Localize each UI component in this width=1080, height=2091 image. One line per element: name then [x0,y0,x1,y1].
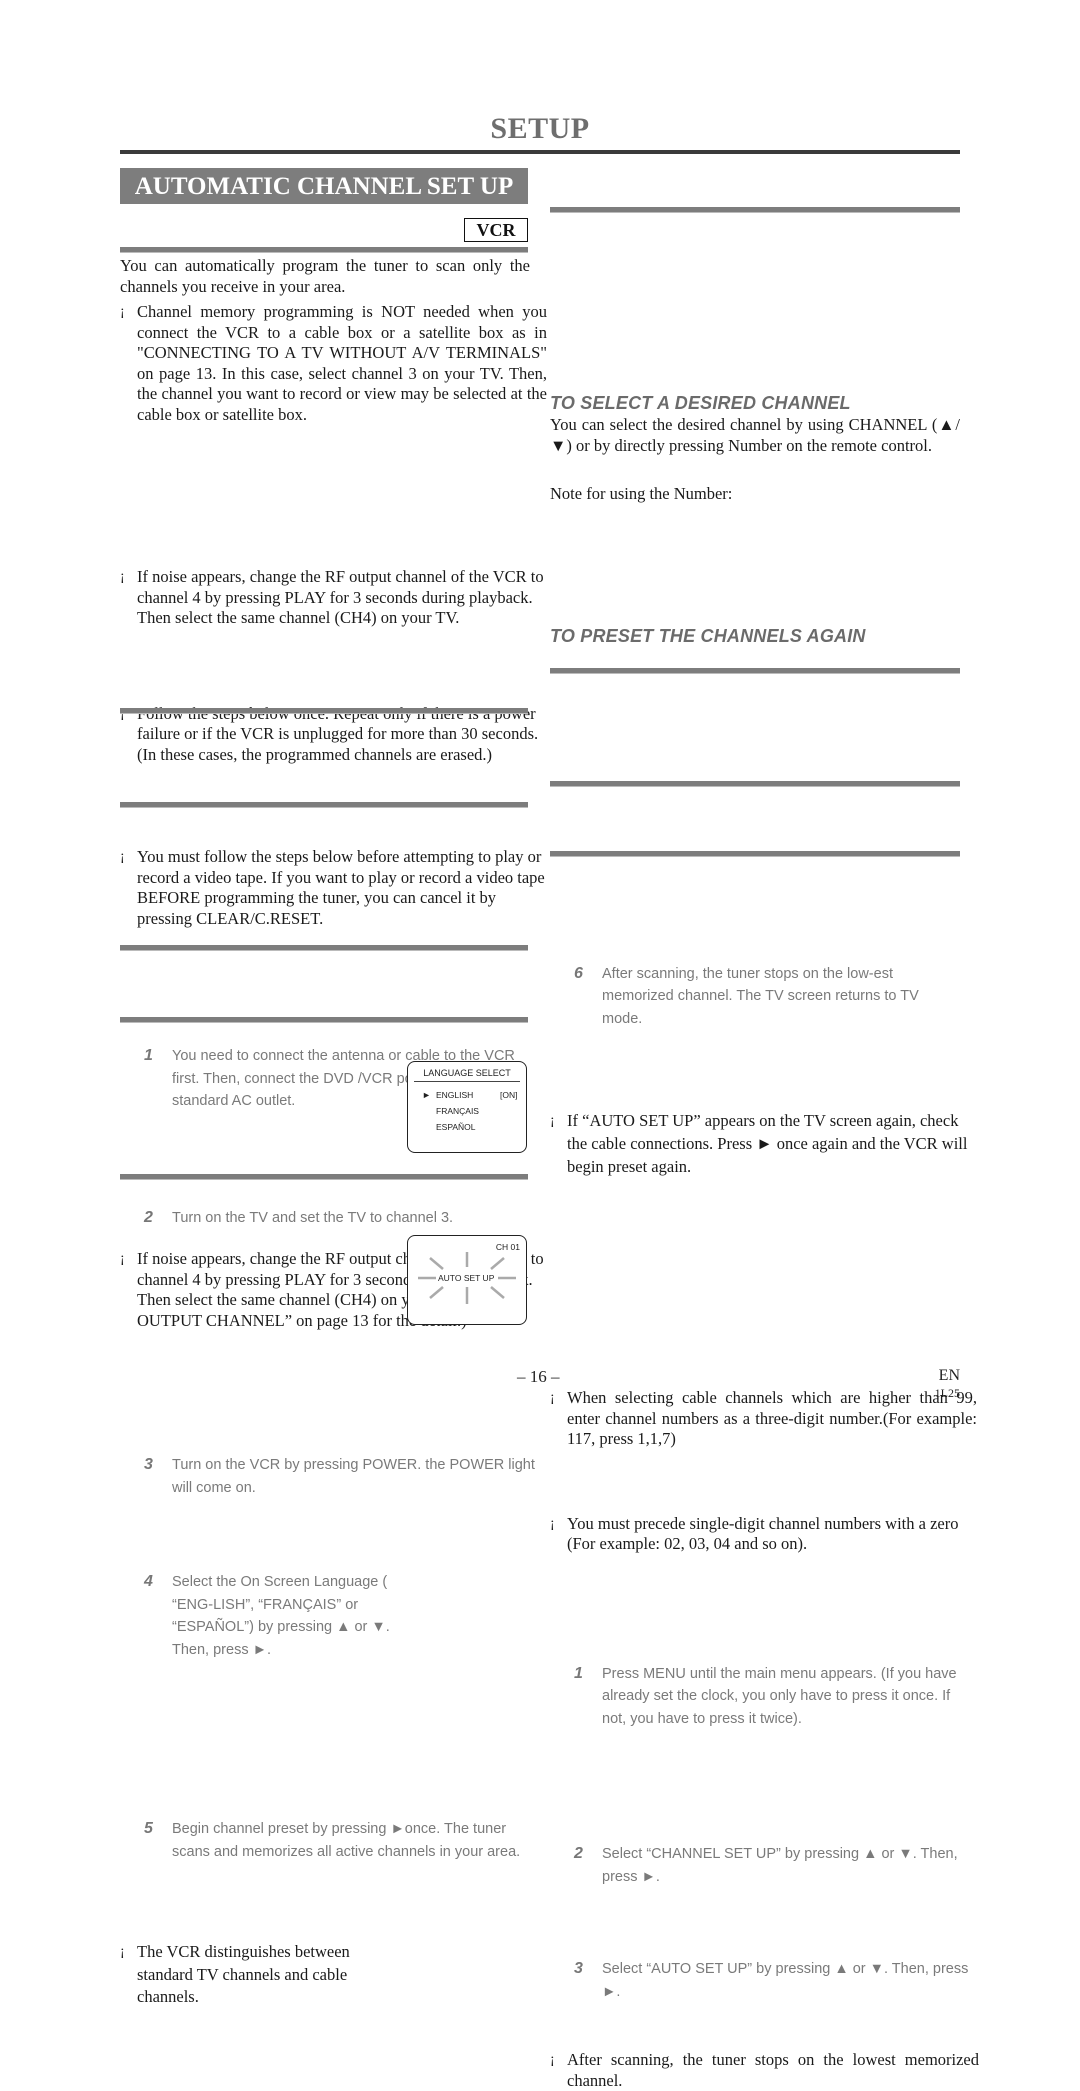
bullet-icon: ¡ [120,1944,125,1959]
screen-title: LANGUAGE SELECT [414,1062,520,1082]
section-title: AUTOMATIC CHANNEL SET UP [120,168,528,204]
bullet-icon: ¡ [550,1113,555,1128]
step-number: 3 [574,1960,583,1977]
step-5: 5 Begin channel preset by pressing ►once… [142,1818,542,1863]
page-title: SETUP [490,112,590,145]
bullet-text: After scanning, the tuner stops on the l… [567,2050,979,2090]
step-4: 4 Select the On Screen Language ( “ENG-L… [142,1571,412,1661]
preset-step-3: 3 Select “AUTO SET UP” by pressing ▲ or … [572,1958,987,2003]
bullet-icon: ¡ [550,1390,555,1405]
step-divider [550,781,960,787]
bullet-icon: ¡ [550,2052,555,2067]
preset-step-1: 1 Press MENU until the main menu appears… [572,1663,972,1731]
step-number: 6 [574,964,583,982]
bullet-text: You must precede single-digit channel nu… [567,1513,959,1554]
model-code: 1L25 [934,1386,960,1400]
step-text: Press MENU until the main menu appears. … [602,1665,957,1727]
step-6-note: ¡ If “AUTO SET UP” appears on the TV scr… [550,1109,979,1178]
step-divider [120,708,528,714]
title-divider [120,150,960,154]
step-divider [550,668,960,674]
language-code: EN [938,1367,960,1384]
step-text: After scanning, the tuner stops on the l… [602,965,919,1027]
step-6: 6 After scanning, the tuner stops on the… [572,963,962,1031]
preset-step-2: 2 Select “CHANNEL SET UP” by pressing ▲ … [572,1843,972,1888]
step-number: 4 [144,1573,153,1590]
step-text: Begin channel preset by pressing ►once. … [172,1821,521,1860]
bullet-item: ¡ You must precede single-digit channel … [550,1514,979,1555]
step-number: 1 [574,1664,583,1682]
select-channel-heading: TO SELECT A DESIRED CHANNEL [550,393,851,413]
bullet-icon: ¡ [550,1515,555,1531]
step-divider [550,851,960,857]
step-divider [120,802,528,808]
step-5-note: ¡ The VCR distinguishes between standard… [120,1941,407,2009]
intro-text: You can automatically program the tuner … [120,256,530,296]
final-note: ¡ After scanning, the tuner stops on the… [550,2050,979,2091]
bullet-icon: ¡ [120,304,125,319]
step-number: 5 [144,1820,153,1837]
auto-setup-screen: CH 01 AUTO SET UP [407,1235,527,1325]
note-label: Note for using the Number: [550,484,733,503]
step-number: 2 [144,1208,153,1226]
step-divider [120,945,528,951]
bullet-text: If “AUTO SET UP” appears on the TV scree… [567,1111,968,1176]
page-number: – 16 – [517,1367,560,1386]
device-badge: VCR [464,218,528,242]
bullet-text: The VCR distinguishes between standard T… [137,1942,350,2006]
bullet-item: ¡ If noise appears, change the RF output… [120,567,547,629]
step-2: 2 Turn on the TV and set the TV to chann… [142,1207,552,1230]
step-text: Turn on the TV and set the TV to channel… [172,1209,454,1226]
bullet-icon: ¡ [120,1251,125,1266]
cursor-icon: ► [422,1090,431,1100]
step-divider [120,1017,528,1023]
step-text: Select “AUTO SET UP” by pressing ▲ or ▼.… [602,1961,969,2000]
section-divider [120,247,528,253]
language-option-english: ENGLISH [436,1090,474,1100]
step-number: 3 [144,1456,153,1473]
bullet-item: ¡ You must follow the steps below before… [120,847,547,929]
language-option-francais: FRANÇAIS [436,1106,479,1116]
bullet-icon: ¡ [120,849,125,864]
step-divider [120,1174,528,1180]
bullet-text: You must follow the steps below before a… [137,847,545,928]
step-text: Select the On Screen Language ( “ENG-LIS… [172,1574,390,1658]
step-text: Turn on the VCR by pressing POWER. the P… [172,1457,535,1496]
language-option-espanol: ESPAÑOL [436,1122,476,1132]
bullet-text: If noise appears, change the RF output c… [137,567,544,627]
step-divider [550,207,960,213]
selected-status: [ON] [500,1090,518,1100]
bullet-icon: ¡ [120,569,125,584]
preset-again-heading: TO PRESET THE CHANNELS AGAIN [550,626,866,646]
step-number: 1 [144,1047,153,1064]
step-text: Select “CHANNEL SET UP” by pressing ▲ or… [602,1846,958,1885]
auto-setup-label: AUTO SET UP [438,1273,495,1283]
step-number: 2 [574,1845,583,1862]
select-channel-body: You can select the desired channel by us… [550,415,960,455]
language-select-screen: LANGUAGE SELECT ► ENGLISH [ON] FRANÇAIS … [407,1061,527,1153]
bullet-item: ¡ Channel memory programming is NOT need… [120,302,547,425]
bullet-text: Channel memory programming is NOT needed… [137,302,547,424]
